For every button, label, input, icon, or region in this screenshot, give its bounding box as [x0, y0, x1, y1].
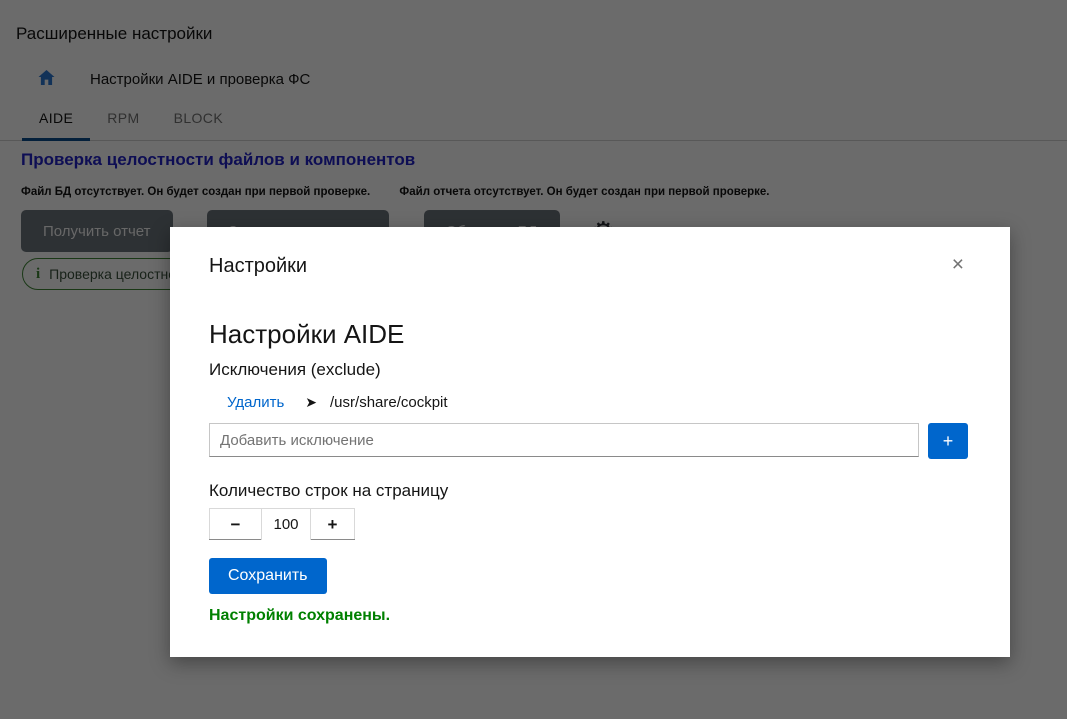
exclude-list-item: Удалить ➤ /usr/share/cockpit [227, 394, 968, 411]
close-icon[interactable]: × [948, 253, 968, 277]
save-button[interactable]: Сохранить [209, 558, 327, 594]
exclude-path-text: /usr/share/cockpit [330, 394, 448, 411]
add-exclude-button[interactable]: + [928, 423, 968, 459]
rows-per-page-stepper: − + [209, 508, 355, 540]
stepper-minus-button[interactable]: − [209, 508, 261, 539]
arrow-right-icon: ➤ [305, 394, 317, 411]
settings-saved-status: Настройки сохранены. [209, 607, 968, 625]
rows-per-page-value[interactable] [261, 508, 311, 540]
stepper-plus-button[interactable]: + [311, 508, 355, 539]
settings-modal: Настройки × Настройки AIDE Исключения (e… [170, 227, 1010, 657]
aide-settings-heading: Настройки AIDE [209, 319, 968, 350]
modal-header: Настройки × [209, 253, 968, 279]
add-exclude-input[interactable] [209, 423, 919, 457]
add-exclude-row: + [209, 423, 968, 459]
rows-per-page-label: Количество строк на страницу [209, 481, 968, 501]
modal-title: Настройки [209, 253, 307, 279]
exclude-list-label: Исключения (exclude) [209, 360, 968, 380]
remove-exclude-link[interactable]: Удалить [227, 394, 284, 411]
